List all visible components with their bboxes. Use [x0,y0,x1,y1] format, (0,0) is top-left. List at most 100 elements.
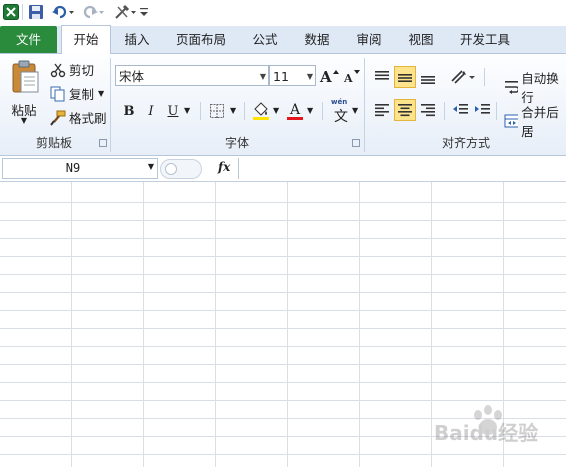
tools-icon[interactable] [112,3,138,21]
format-painter-label: 格式刷 [69,111,107,126]
font-color-glyph: A [289,101,301,118]
chevron-down-icon[interactable]: ▼ [352,106,358,115]
cut-label: 剪切 [69,63,95,78]
phonetic-superscript: wén [331,98,348,106]
wrap-text-label: 自动换行 [521,71,559,105]
chevron-down-icon[interactable]: ▼ [184,106,190,115]
chevron-down-icon[interactable]: ▼ [307,106,313,115]
font-color-swatch [287,116,303,120]
font-color-button[interactable]: A [284,100,306,122]
outdent-icon [453,104,468,114]
underline-button[interactable]: U [162,100,184,122]
tab-review[interactable]: 审阅 [345,26,393,53]
formula-bar: N9 ▼ fx [0,156,566,182]
align-middle-icon [398,74,412,82]
group-divider [364,58,365,152]
tab-formulas[interactable]: 公式 [241,26,289,53]
formula-input[interactable] [238,158,566,179]
excel-icon [2,3,20,21]
align-left-button[interactable] [371,99,393,121]
chevron-down-icon[interactable]: ▼ [273,106,279,115]
align-right-icon [421,104,435,117]
chevron-down-icon: ▼ [306,72,313,81]
bold-button[interactable]: B [118,100,140,122]
svg-text:A: A [319,68,332,85]
tab-developer[interactable]: 开发工具 [450,26,520,53]
paste-button[interactable]: 粘贴 ▼ [4,58,44,130]
phonetic-char: 文 [334,109,348,125]
svg-text:A: A [343,72,353,85]
align-bottom-icon [421,76,435,84]
font-group-label: 字体 [224,136,249,150]
font-increase-icon: A [319,68,339,85]
italic-button[interactable]: I [140,100,162,122]
name-box[interactable]: N9 ▼ [2,158,158,179]
tab-data[interactable]: 数据 [293,26,341,53]
text-angle-icon [451,70,475,84]
group-divider [110,58,111,152]
baidu-watermark: Baidu经验 [434,405,560,445]
alignment-group-label: 对齐方式 [441,136,490,150]
undo-icon[interactable] [50,3,76,21]
ribbon: 粘贴 ▼ 剪切 复制 ▼ 格式刷 剪贴板 宋体 ▼ 11 ▼ A A B I U… [0,54,566,156]
quick-access-toolbar [0,0,566,26]
clipboard-launcher-icon[interactable] [99,139,107,147]
orientation-button[interactable] [449,66,477,88]
copy-button[interactable]: 复制 ▼ [50,84,104,103]
align-right-button[interactable] [417,99,439,121]
paint-bucket-icon [253,102,269,120]
cell-reference: N9 [65,161,81,175]
format-painter-button[interactable]: 格式刷 [50,108,107,127]
border-icon [210,104,224,118]
align-middle-button[interactable] [394,66,416,88]
watermark-text: Baidu经验 [434,421,539,445]
save-icon[interactable] [27,3,45,21]
insert-function-button[interactable]: fx [218,160,230,174]
grow-font-button[interactable]: A [318,65,340,87]
chevron-down-icon[interactable]: ▼ [148,162,154,171]
tab-insert[interactable]: 插入 [113,26,161,53]
shrink-font-button[interactable]: A [340,65,362,87]
clipboard-group-label: 剪贴板 [35,136,72,150]
tab-home[interactable]: 开始 [61,25,111,54]
ribbon-tabs: 文件 开始 插入 页面布局 公式 数据 审阅 视图 开发工具 [0,25,566,54]
font-name-value: 宋体 [119,69,145,84]
align-top-icon [375,71,389,80]
tab-file[interactable]: 文件 [0,26,57,53]
formula-controls: fx [160,158,238,179]
align-center-icon [398,104,412,117]
chevron-down-icon[interactable]: ▼ [98,89,104,98]
chevron-down-icon[interactable]: ▼ [230,106,236,115]
align-bottom-button[interactable] [417,66,439,88]
font-size-value: 11 [273,69,289,84]
decrease-indent-button[interactable] [450,99,472,121]
wrap-text-button[interactable]: 自动换行 [504,68,566,106]
cut-button[interactable]: 剪切 [50,60,94,79]
align-center-button[interactable] [394,99,416,121]
copy-label: 复制 [69,87,95,102]
borders-button[interactable] [206,100,228,122]
chevron-down-icon: ▼ [20,116,28,125]
font-size-select[interactable]: 11 ▼ [269,65,316,86]
indent-icon [475,104,490,114]
paintbrush-icon [50,110,66,126]
increase-indent-button[interactable] [472,99,494,121]
tab-page-layout[interactable]: 页面布局 [168,26,234,53]
font-launcher-icon[interactable] [352,139,360,147]
chevron-down-icon: ▼ [259,72,266,81]
fill-color-button[interactable] [250,100,272,122]
tab-view[interactable]: 视图 [397,26,445,53]
customize-icon[interactable] [139,3,149,21]
font-name-select[interactable]: 宋体 ▼ [115,65,269,86]
merge-cells-icon [504,114,519,128]
copy-icon [50,86,65,101]
phonetic-guide-button[interactable]: wén 文 [328,98,354,125]
align-top-button[interactable] [371,66,393,88]
redo-icon[interactable] [80,3,106,21]
align-left-icon [375,104,389,117]
wrap-text-icon [505,81,519,94]
font-decrease-icon: A [343,70,360,85]
clipboard-icon [12,60,39,93]
expand-handle[interactable] [160,159,202,179]
scissors-icon [50,63,66,77]
